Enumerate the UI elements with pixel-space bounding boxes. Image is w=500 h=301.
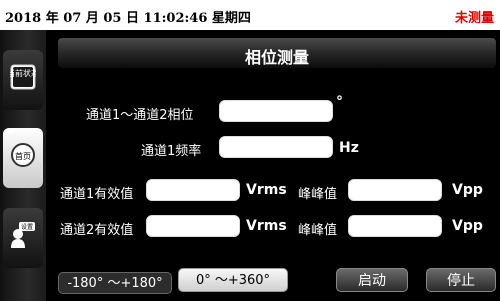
sidebar-item-current-status[interactable]: 当前状态: [3, 50, 43, 110]
ch1-rms-value-field: [146, 179, 240, 201]
frequency-label: 通道1频率: [141, 144, 202, 159]
current-status-icon: 当前状态: [10, 64, 36, 90]
title-bar: 相位测量: [58, 38, 496, 68]
phase-unit: °: [336, 94, 343, 110]
ch2-pp-unit: Vpp: [452, 218, 483, 234]
ch1-rms-unit: Vrms: [246, 182, 287, 198]
current-status-label: 当前状态: [10, 68, 36, 78]
frequency-unit: Hz: [339, 140, 359, 156]
stop-button[interactable]: 停止: [426, 268, 496, 292]
sidebar-item-home[interactable]: 首页: [3, 128, 43, 188]
phase-value-field: [219, 100, 333, 122]
frequency-value-field: [219, 136, 333, 158]
sidebar-item-settings[interactable]: 设置: [3, 208, 43, 268]
datetime-text: 2018 年 07 月 05 日 11:02:46 星期四: [5, 11, 251, 26]
home-icon: 首页: [11, 143, 35, 167]
ch2-pp-value-field: [348, 215, 442, 237]
measurement-status: 未测量: [454, 11, 494, 26]
home-label: 首页: [15, 151, 31, 161]
phase-label: 通道1～通道2相位: [86, 108, 194, 123]
start-button[interactable]: 启动: [336, 268, 408, 292]
sidebar: 当前状态 首页 设置: [0, 30, 46, 301]
page-title: 相位测量: [244, 48, 309, 67]
ch1-pp-label: 峰峰值: [298, 187, 338, 202]
status-bar: 2018 年 07 月 05 日 11:02:46 星期四 未测量: [0, 0, 500, 30]
ch1-pp-value-field: [348, 179, 442, 201]
ch2-rms-label: 通道2有效值: [60, 223, 134, 238]
range-0-360-button[interactable]: 0° ～+360°: [178, 268, 288, 292]
range-minus180-plus180-button[interactable]: -180° ～+180°: [58, 272, 172, 294]
settings-label: 设置: [21, 223, 33, 231]
ch2-rms-value-field: [146, 215, 240, 237]
settings-person-icon: 设置: [11, 222, 35, 248]
ch2-pp-label: 峰峰值: [298, 223, 338, 238]
ch1-rms-label: 通道1有效值: [60, 187, 134, 202]
ch2-rms-unit: Vrms: [246, 218, 287, 234]
main-panel: 相位测量 通道1～通道2相位 ° 通道1频率 Hz 通道1有效值 Vrms 峰峰…: [46, 30, 500, 301]
ch1-pp-unit: Vpp: [452, 182, 483, 198]
